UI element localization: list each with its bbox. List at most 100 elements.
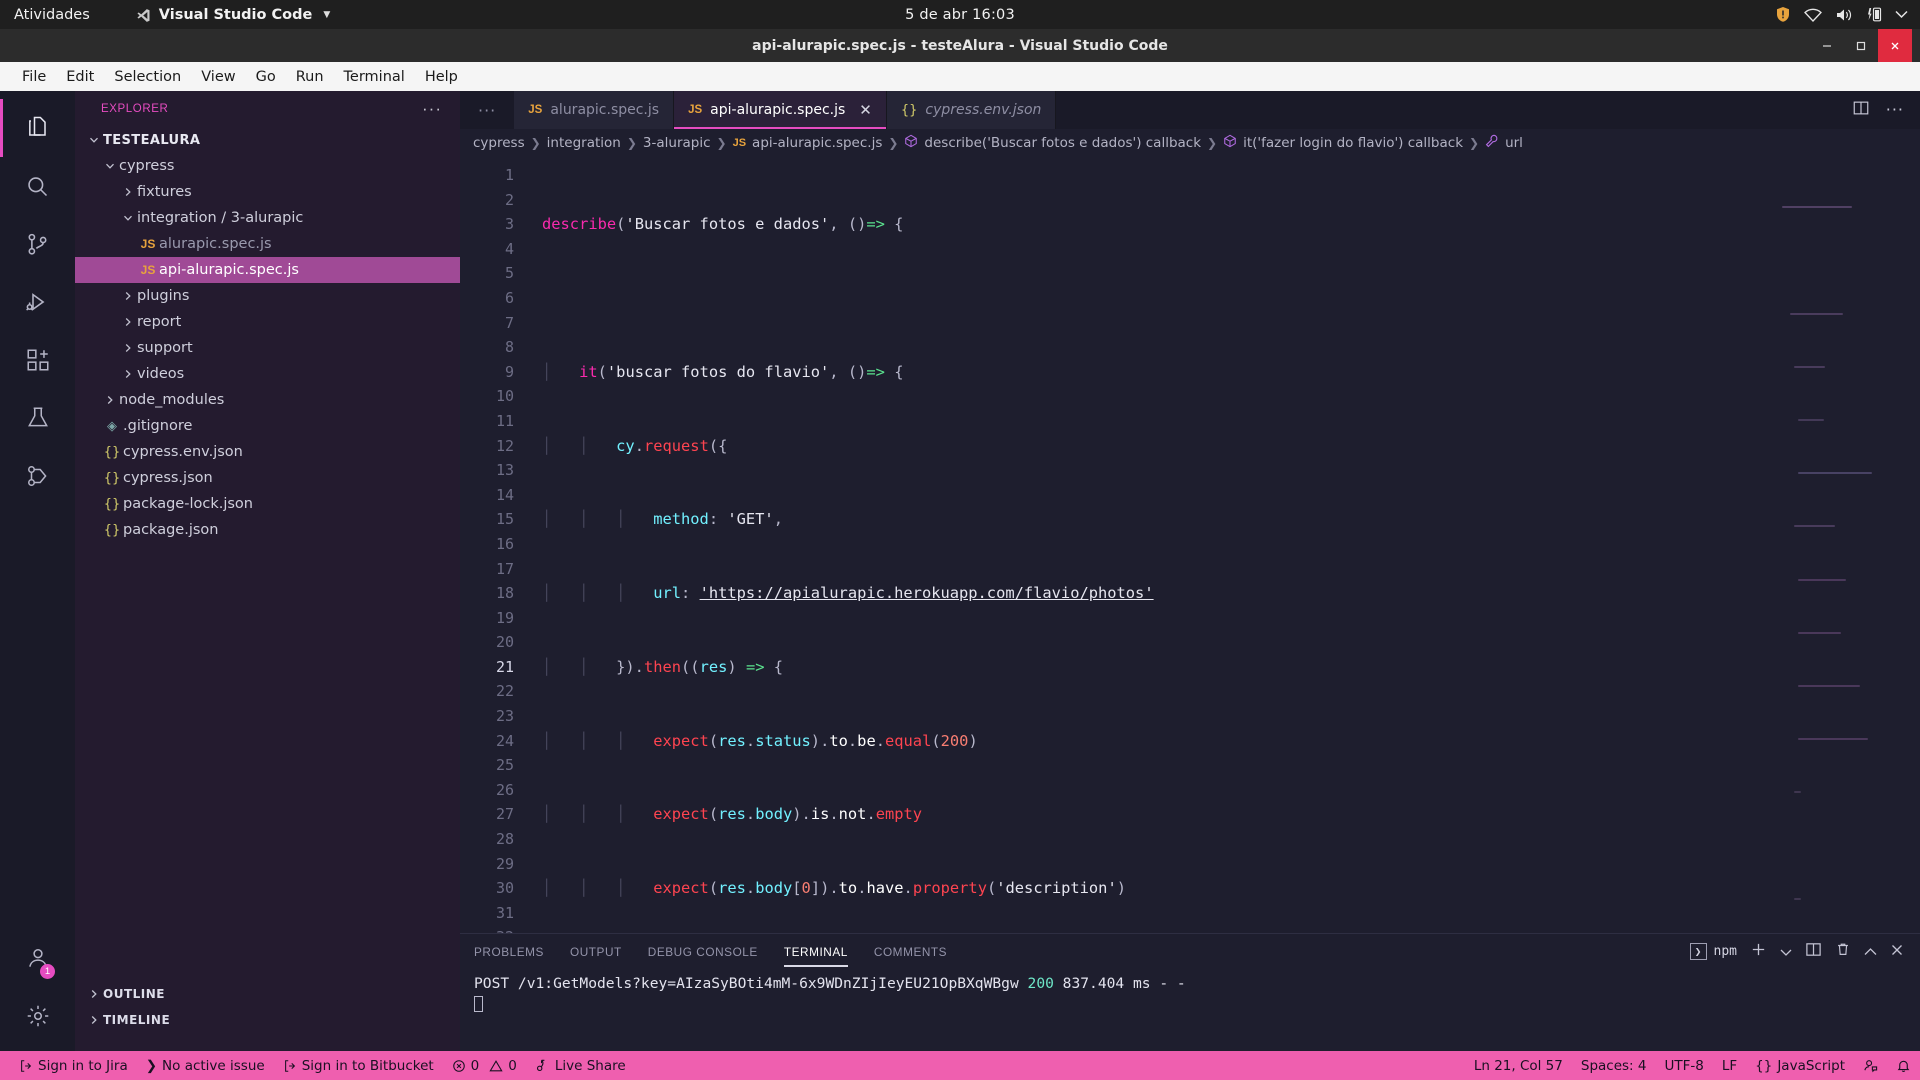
status-encoding[interactable]: UTF-8 (1655, 1051, 1712, 1080)
minimap[interactable] (1782, 157, 1902, 933)
code-line-5: │ │ │ method: 'GET', (542, 510, 783, 529)
maximize-button[interactable] (1844, 29, 1878, 62)
status-language-mode[interactable]: {} JavaScript (1746, 1051, 1854, 1080)
tree-item-cypress-json[interactable]: {} cypress.json (75, 465, 460, 491)
split-terminal-icon[interactable] (1805, 941, 1822, 962)
tab-api-alurapic-spec-js[interactable]: JS api-alurapic.spec.js ✕ (674, 91, 887, 129)
sidebar-item-search[interactable] (0, 157, 75, 215)
sidebar-item-extensions[interactable] (0, 331, 75, 389)
sidebar-item-remote-explorer[interactable] (0, 447, 75, 505)
tree-item-cypress[interactable]: cypress (75, 153, 460, 179)
chevron-up-icon[interactable] (1864, 942, 1877, 961)
status-cursor-position[interactable]: Ln 21, Col 57 (1465, 1051, 1572, 1080)
status-sign-in-jira[interactable]: Sign in to Jira (10, 1051, 137, 1080)
tree-item-integration-3-alurapic[interactable]: integration / 3-alurapic (75, 205, 460, 231)
tab-alurapic-spec-js[interactable]: JS alurapic.spec.js (514, 91, 675, 129)
close-icon[interactable]: ✕ (859, 101, 872, 119)
terminal-shell-label: npm (1713, 944, 1737, 959)
tree-item-package-lock-json[interactable]: {} package-lock.json (75, 491, 460, 517)
activities-button[interactable]: Atividades (14, 7, 90, 23)
tab-comments[interactable]: COMMENTS (874, 937, 947, 967)
tab-debug-console[interactable]: DEBUG CONSOLE (648, 937, 758, 967)
chevron-down-icon[interactable] (1895, 10, 1908, 19)
menubar: File Edit Selection View Go Run Terminal… (0, 62, 1920, 91)
sidebar-item-source-control[interactable] (0, 215, 75, 273)
volume-icon[interactable] (1835, 7, 1853, 23)
breadcrumb-item-file[interactable]: api-alurapic.spec.js (752, 135, 882, 151)
status-indentation[interactable]: Spaces: 4 (1572, 1051, 1656, 1080)
wrench-icon (1485, 134, 1499, 152)
status-notifications[interactable] (1887, 1051, 1920, 1080)
breadcrumb-item-integration[interactable]: integration (547, 135, 621, 151)
explorer-more-actions-icon[interactable]: ··· (422, 100, 442, 117)
editor-scrollbar[interactable] (1906, 157, 1920, 933)
wifi-icon[interactable] (1804, 7, 1822, 23)
system-tray[interactable] (1775, 6, 1908, 23)
tree-root-testealura[interactable]: TESTEALURA (75, 127, 460, 153)
menu-selection[interactable]: Selection (104, 67, 191, 87)
chevron-right-icon (119, 187, 137, 197)
more-actions-icon[interactable]: ··· (1886, 102, 1904, 118)
status-feedback[interactable] (1854, 1051, 1887, 1080)
sidebar-item-run-and-debug[interactable] (0, 273, 75, 331)
close-button[interactable] (1878, 29, 1912, 62)
close-icon[interactable] (1890, 942, 1904, 961)
sidebar-item-testing[interactable] (0, 389, 75, 447)
tree-item-node-modules[interactable]: node_modules (75, 387, 460, 413)
tree-item-support[interactable]: support (75, 335, 460, 361)
status-problems[interactable]: 0 0 (443, 1051, 526, 1080)
tab-output[interactable]: OUTPUT (570, 937, 622, 967)
terminal-output[interactable]: POST /v1:GetModels?key=AIzaSyBOti4mM-6x9… (460, 969, 1920, 1051)
status-no-active-issue[interactable]: ❯ No active issue (137, 1051, 274, 1080)
tree-item-gitignore[interactable]: ◈ .gitignore (75, 413, 460, 439)
menu-view[interactable]: View (191, 67, 245, 87)
tab-cypress-env-json[interactable]: {} cypress.env.json (886, 91, 1057, 129)
tree-item-alurapic-spec-js[interactable]: JS alurapic.spec.js (75, 231, 460, 257)
battery-icon[interactable] (1866, 6, 1882, 23)
chevron-down-icon[interactable] (1780, 942, 1792, 961)
tree-item-fixtures[interactable]: fixtures (75, 179, 460, 205)
accounts-button[interactable]: 1 (0, 929, 75, 987)
menu-edit[interactable]: Edit (56, 67, 104, 87)
breadcrumb-item-describe-callback[interactable]: describe('Buscar fotos e dados') callbac… (924, 135, 1201, 151)
shield-warning-icon[interactable] (1775, 6, 1791, 23)
tree-item-label: node_modules (119, 392, 225, 408)
tabs-overflow-button[interactable]: ··· (460, 91, 515, 129)
tree-item-api-alurapic-spec-js[interactable]: JS api-alurapic.spec.js (75, 257, 460, 283)
breadcrumb-item-it-callback[interactable]: it('fazer login do flavio') callback (1243, 135, 1463, 151)
files-icon (24, 114, 52, 142)
status-sign-in-bitbucket[interactable]: Sign in to Bitbucket (274, 1051, 443, 1080)
breadcrumb-item-cypress[interactable]: cypress (473, 135, 525, 151)
menu-run[interactable]: Run (286, 67, 334, 87)
menu-terminal[interactable]: Terminal (334, 67, 415, 87)
minimize-button[interactable] (1810, 29, 1844, 62)
code-content[interactable]: describe('Buscar fotos e dados', ()=> { … (524, 157, 1920, 933)
manage-settings-button[interactable] (0, 987, 75, 1045)
breadcrumb-item-url[interactable]: url (1505, 135, 1523, 151)
tree-item-label: cypress (119, 158, 175, 174)
tree-item-package-json[interactable]: {} package.json (75, 517, 460, 543)
split-editor-icon[interactable] (1852, 99, 1870, 121)
outline-section[interactable]: OUTLINE (75, 981, 460, 1007)
tree-item-report[interactable]: report (75, 309, 460, 335)
new-terminal-icon[interactable] (1750, 941, 1767, 962)
tree-item-plugins[interactable]: plugins (75, 283, 460, 309)
tab-terminal[interactable]: TERMINAL (783, 937, 848, 967)
menu-file[interactable]: File (12, 67, 56, 87)
status-live-share[interactable]: Live Share (526, 1051, 635, 1080)
app-menu-button[interactable]: Visual Studio Code ▼ (136, 7, 330, 23)
breadcrumb-item-3-alurapic[interactable]: 3-alurapic (643, 135, 711, 151)
code-editor[interactable]: 1 2 3 4 5 6 7 8 9 10 11 12 13 14 15 16 1… (460, 157, 1920, 933)
tree-item-videos[interactable]: videos (75, 361, 460, 387)
terminal-shell-selector[interactable]: ❯ npm (1689, 943, 1737, 960)
menu-go[interactable]: Go (246, 67, 286, 87)
code-line-3: │ it('buscar fotos do flavio', ()=> { (542, 362, 904, 381)
timeline-section[interactable]: TIMELINE (75, 1007, 460, 1033)
sidebar-item-explorer[interactable] (0, 99, 75, 157)
tab-problems[interactable]: PROBLEMS (474, 937, 544, 967)
trash-icon[interactable] (1835, 941, 1851, 962)
clock[interactable]: 5 de abr 16:03 (905, 7, 1015, 23)
menu-help[interactable]: Help (415, 67, 468, 87)
tree-item-cypress-env-json[interactable]: {} cypress.env.json (75, 439, 460, 465)
status-eol[interactable]: LF (1713, 1051, 1746, 1080)
